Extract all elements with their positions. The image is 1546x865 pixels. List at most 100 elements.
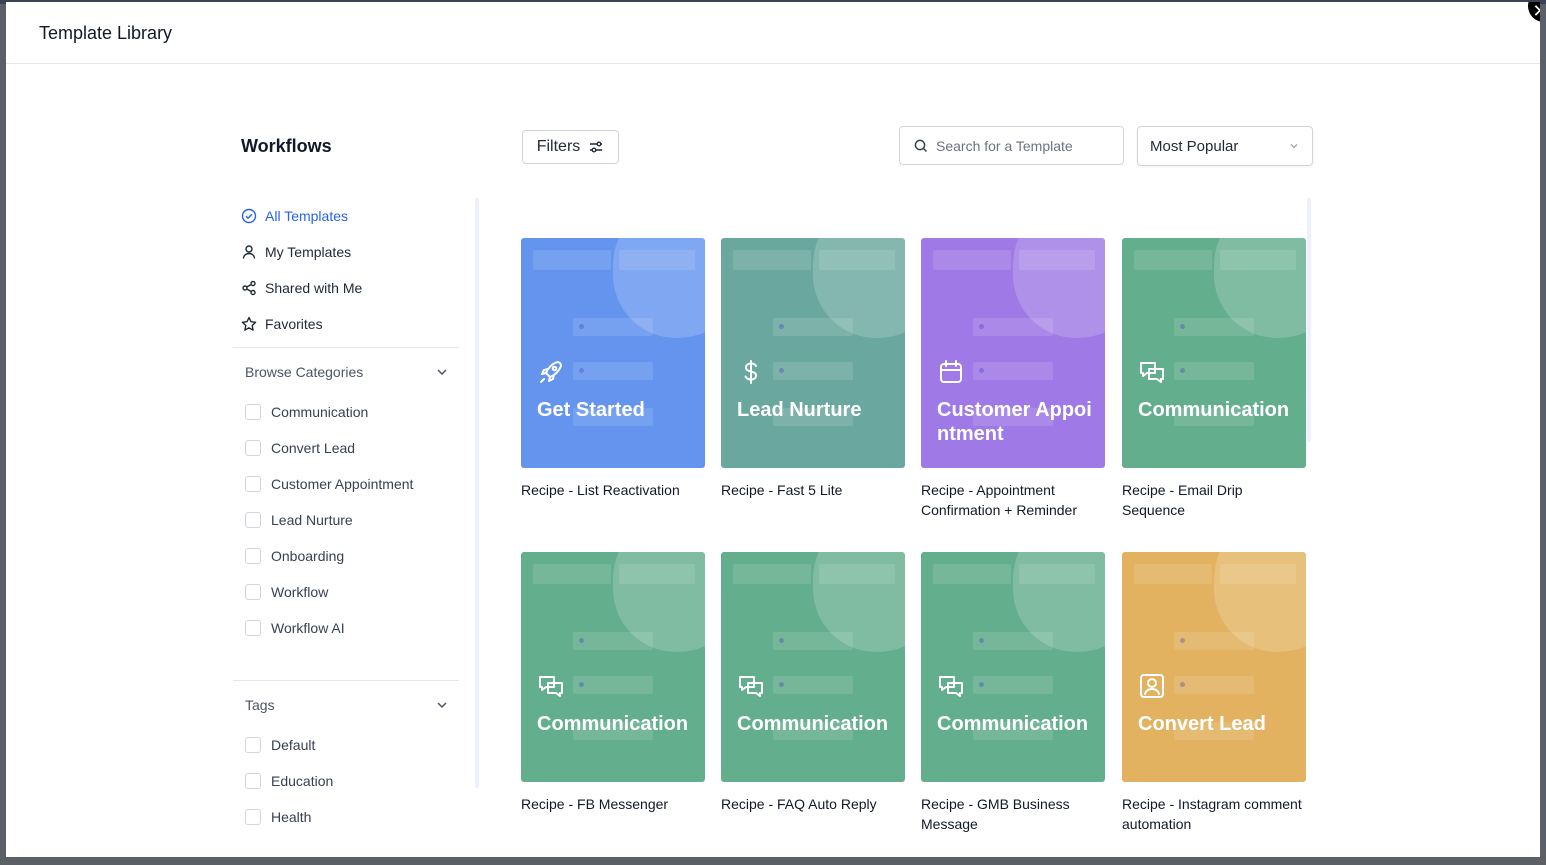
checkbox[interactable] xyxy=(245,440,261,456)
browse-categories-label: Browse Categories xyxy=(245,364,364,380)
filters-label: Filters xyxy=(536,138,581,155)
template-card[interactable]: Get Started Recipe - List Reactivation xyxy=(521,238,705,500)
ghost-dot xyxy=(1180,324,1185,329)
ghost-dot xyxy=(1180,368,1185,373)
template-name[interactable]: Recipe - Appointment Confirmation + Remi… xyxy=(921,480,1105,520)
calendar-icon xyxy=(937,358,965,386)
category-customer-appointment[interactable]: Customer Appointment xyxy=(245,466,465,502)
checkbox[interactable] xyxy=(245,476,261,492)
category-communication[interactable]: Communication xyxy=(245,394,465,430)
ghost-dot xyxy=(579,324,584,329)
template-thumb-title: Communication xyxy=(937,713,1089,735)
ghost-dot xyxy=(979,682,984,687)
template-name[interactable]: Recipe - Fast 5 Lite xyxy=(721,480,905,500)
checkbox[interactable] xyxy=(245,620,261,636)
ghost-dot xyxy=(979,368,984,373)
template-card[interactable]: Communication Recipe - FB Messenger xyxy=(521,552,705,814)
chat-icon xyxy=(537,672,565,700)
template-card[interactable]: Communication Recipe - Email Drip Sequenc… xyxy=(1122,238,1306,520)
ghost-node xyxy=(573,632,653,650)
category-label: Lead Nurture xyxy=(271,512,353,528)
tags-label: Tags xyxy=(245,697,275,713)
sidebar-item-label: My Templates xyxy=(265,244,352,260)
sidebar-heading: Workflows xyxy=(241,136,332,156)
template-thumbnail[interactable]: Lead Nurture xyxy=(721,238,905,468)
sidebar-item-all-templates[interactable]: All Templates xyxy=(241,198,471,234)
ghost-node xyxy=(1019,564,1095,584)
sidebar-scrollbar[interactable] xyxy=(475,198,479,788)
tag-health[interactable]: Health xyxy=(245,799,465,835)
ghost-node xyxy=(773,318,853,336)
template-name[interactable]: Recipe - Instagram comment automation xyxy=(1122,794,1306,834)
template-thumbnail[interactable]: Get Started xyxy=(521,238,705,468)
search-field[interactable] xyxy=(899,126,1124,165)
category-onboarding[interactable]: Onboarding xyxy=(245,538,465,574)
template-thumb-title: Convert Lead xyxy=(1138,713,1266,735)
sort-select[interactable]: Most Popular xyxy=(1137,126,1313,166)
template-card[interactable]: Convert Lead Recipe - Instagram comment a… xyxy=(1122,552,1306,834)
star-icon xyxy=(241,316,257,331)
sidebar-item-shared-with-me[interactable]: Shared with Me xyxy=(241,270,471,306)
sidebar-item-my-templates[interactable]: My Templates xyxy=(241,234,471,270)
share-icon xyxy=(242,280,256,296)
template-thumbnail[interactable]: Communication xyxy=(1122,238,1306,468)
ghost-node xyxy=(1134,250,1212,270)
ghost-node xyxy=(619,564,695,584)
template-card[interactable]: Lead Nurture Recipe - Fast 5 Lite xyxy=(721,238,905,500)
checkbox[interactable] xyxy=(245,548,261,564)
template-name[interactable]: Recipe - List Reactivation xyxy=(521,480,705,500)
ghost-dot xyxy=(779,638,784,643)
checkbox[interactable] xyxy=(245,737,261,753)
template-name[interactable]: Recipe - GMB Business Message xyxy=(921,794,1105,834)
checkbox[interactable] xyxy=(245,512,261,528)
category-lead-nurture[interactable]: Lead Nurture xyxy=(245,502,465,538)
template-thumbnail[interactable]: Communication xyxy=(721,552,905,782)
category-checklist: Communication Convert Lead Customer Appo… xyxy=(245,394,465,646)
ghost-dot xyxy=(779,368,784,373)
tag-checklist: Default Education Health xyxy=(245,727,465,835)
checkbox[interactable] xyxy=(245,773,261,789)
ghost-node xyxy=(573,362,653,380)
tag-default[interactable]: Default xyxy=(245,727,465,763)
ghost-dot xyxy=(779,682,784,687)
category-workflow[interactable]: Workflow xyxy=(245,574,465,610)
tags-toggle[interactable]: Tags xyxy=(245,697,449,713)
checkbox[interactable] xyxy=(245,404,261,420)
search-icon xyxy=(914,139,928,152)
category-label: Customer Appointment xyxy=(271,476,414,492)
ghost-node xyxy=(933,250,1011,270)
template-thumbnail[interactable]: Convert Lead xyxy=(1122,552,1306,782)
template-name[interactable]: Recipe - Email Drip Sequence xyxy=(1122,480,1306,520)
ghost-node xyxy=(573,676,653,694)
browse-categories-toggle[interactable]: Browse Categories xyxy=(245,364,449,380)
category-convert-lead[interactable]: Convert Lead xyxy=(245,430,465,466)
template-thumbnail[interactable]: Customer Appointment xyxy=(921,238,1105,468)
ghost-dot xyxy=(1180,638,1185,643)
template-card[interactable]: Communication Recipe - GMB Business Messa… xyxy=(921,552,1105,834)
tag-label: Default xyxy=(271,737,316,753)
tag-education[interactable]: Education xyxy=(245,763,465,799)
ghost-node xyxy=(1019,250,1095,270)
filters-button[interactable]: Filters xyxy=(522,130,619,164)
sidebar-item-label: All Templates xyxy=(265,208,349,224)
template-card[interactable]: Communication Recipe - FAQ Auto Reply xyxy=(721,552,905,814)
checkbox[interactable] xyxy=(245,809,261,825)
category-label: Communication xyxy=(271,404,369,420)
template-card[interactable]: Customer Appointment Recipe - Appointment… xyxy=(921,238,1105,520)
ghost-node xyxy=(1220,564,1296,584)
category-workflow-ai[interactable]: Workflow AI xyxy=(245,610,465,646)
search-input[interactable] xyxy=(934,136,1118,155)
ghost-node xyxy=(773,676,853,694)
main-scrollbar[interactable] xyxy=(1307,198,1311,442)
template-thumbnail[interactable]: Communication xyxy=(921,552,1105,782)
checkbox[interactable] xyxy=(245,584,261,600)
ghost-node xyxy=(1174,318,1254,336)
ghost-dot xyxy=(579,638,584,643)
dollar-icon xyxy=(737,358,765,386)
user-icon xyxy=(242,245,256,259)
template-name[interactable]: Recipe - FB Messenger xyxy=(521,794,705,814)
sidebar-item-favorites[interactable]: Favorites xyxy=(241,306,471,342)
template-thumbnail[interactable]: Communication xyxy=(521,552,705,782)
sidebar-divider xyxy=(233,347,459,348)
template-name[interactable]: Recipe - FAQ Auto Reply xyxy=(721,794,905,814)
